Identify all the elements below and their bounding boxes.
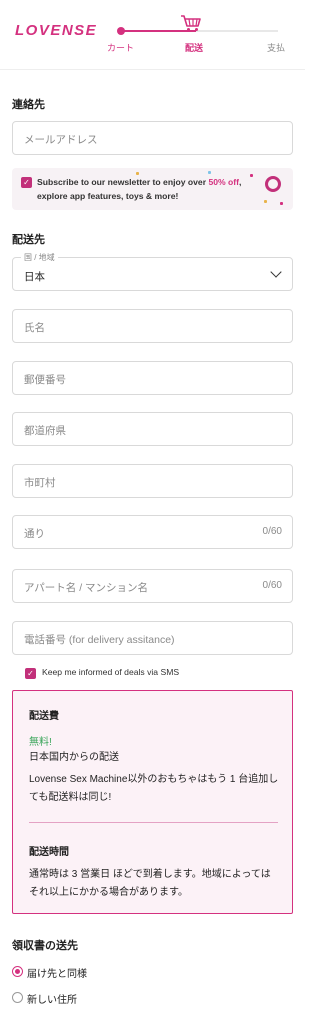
country-label: 国 / 地域 (21, 252, 58, 263)
receipt-title: 領収書の送先 (12, 940, 78, 952)
newsletter-highlight: 50% off (208, 177, 239, 187)
shipping-fee-title: 配送費 (29, 711, 59, 722)
receipt-same-label[interactable]: 届け先と同様 (27, 965, 87, 980)
delivery-time-text: 通常時は 3 営業日 ほどで到着します。地域によってはそれ以上にかかる場合があり… (29, 869, 271, 898)
street-field[interactable]: 通り 0/60 (12, 515, 293, 549)
newsletter-banner: ✓ Subscribe to our newsletter to enjoy o… (12, 168, 293, 210)
shipping-info-box: 配送費 無料! 日本国内からの配送 Lovense Sex Machine以外の… (12, 690, 293, 914)
shipping-fee-note: Lovense Sex Machine以外のおもちゃはもう 1 台追加しても配送… (29, 774, 279, 803)
country-select[interactable]: 国 / 地域 日本 (12, 252, 293, 291)
delivery-time-title: 配送時間 (29, 847, 69, 858)
building-field[interactable]: アパート名 / マンション名 0/60 (12, 569, 293, 603)
receipt-same-radio[interactable] (12, 966, 23, 977)
receipt-new-radio[interactable] (12, 992, 23, 1003)
name-placeholder: 氏名 (24, 322, 45, 334)
sms-label: Keep me informed of deals via SMS (42, 667, 180, 677)
info-divider (29, 822, 278, 823)
newsletter-text: Subscribe to our newsletter to enjoy ove… (37, 177, 242, 201)
step-payment: 支払 (267, 43, 286, 53)
toy-image (265, 176, 281, 192)
prefecture-placeholder: 都道府県 (24, 425, 66, 437)
postal-code-field[interactable]: 郵便番号 (12, 361, 293, 395)
name-field[interactable]: 氏名 (12, 309, 293, 343)
email-field[interactable]: メールアドレス (12, 121, 293, 155)
email-placeholder: メールアドレス (24, 134, 98, 146)
checkout-header: LOVENSE カート 配送 支払 (0, 0, 305, 70)
shipping-origin-text: 日本国内からの配送 (29, 752, 119, 763)
lovense-logo[interactable]: LOVENSE (15, 22, 97, 39)
receipt-new-label[interactable]: 新しい住所 (27, 991, 77, 1006)
contact-title: 連絡先 (12, 99, 45, 111)
newsletter-checkbox[interactable]: ✓ (21, 177, 32, 188)
country-value: 日本 (24, 271, 45, 283)
progress-start-dot (117, 27, 125, 35)
prefecture-field[interactable]: 都道府県 (12, 412, 293, 446)
street-placeholder: 通り (24, 528, 45, 540)
confetti-decoration (264, 200, 267, 203)
building-char-counter: 0/60 (262, 580, 282, 591)
shipping-fee-free: 無料! (29, 737, 52, 748)
step-cart[interactable]: カート (107, 41, 134, 54)
confetti-decoration (208, 171, 211, 174)
city-placeholder: 市町村 (24, 477, 56, 489)
step-shipping: 配送 (185, 43, 204, 53)
street-char-counter: 0/60 (262, 526, 282, 537)
cart-icon (181, 15, 201, 31)
phone-field[interactable]: 電話番号 (for delivery assitance) (12, 621, 293, 655)
phone-placeholder: 電話番号 (for delivery assitance) (24, 634, 175, 646)
confetti-decoration (280, 202, 283, 205)
chevron-down-icon (270, 266, 282, 278)
building-placeholder: アパート名 / マンション名 (24, 582, 149, 594)
postal-code-placeholder: 郵便番号 (24, 374, 66, 386)
sms-checkbox[interactable]: ✓ (25, 668, 36, 679)
shipping-title: 配送先 (12, 234, 45, 246)
city-field[interactable]: 市町村 (12, 464, 293, 498)
